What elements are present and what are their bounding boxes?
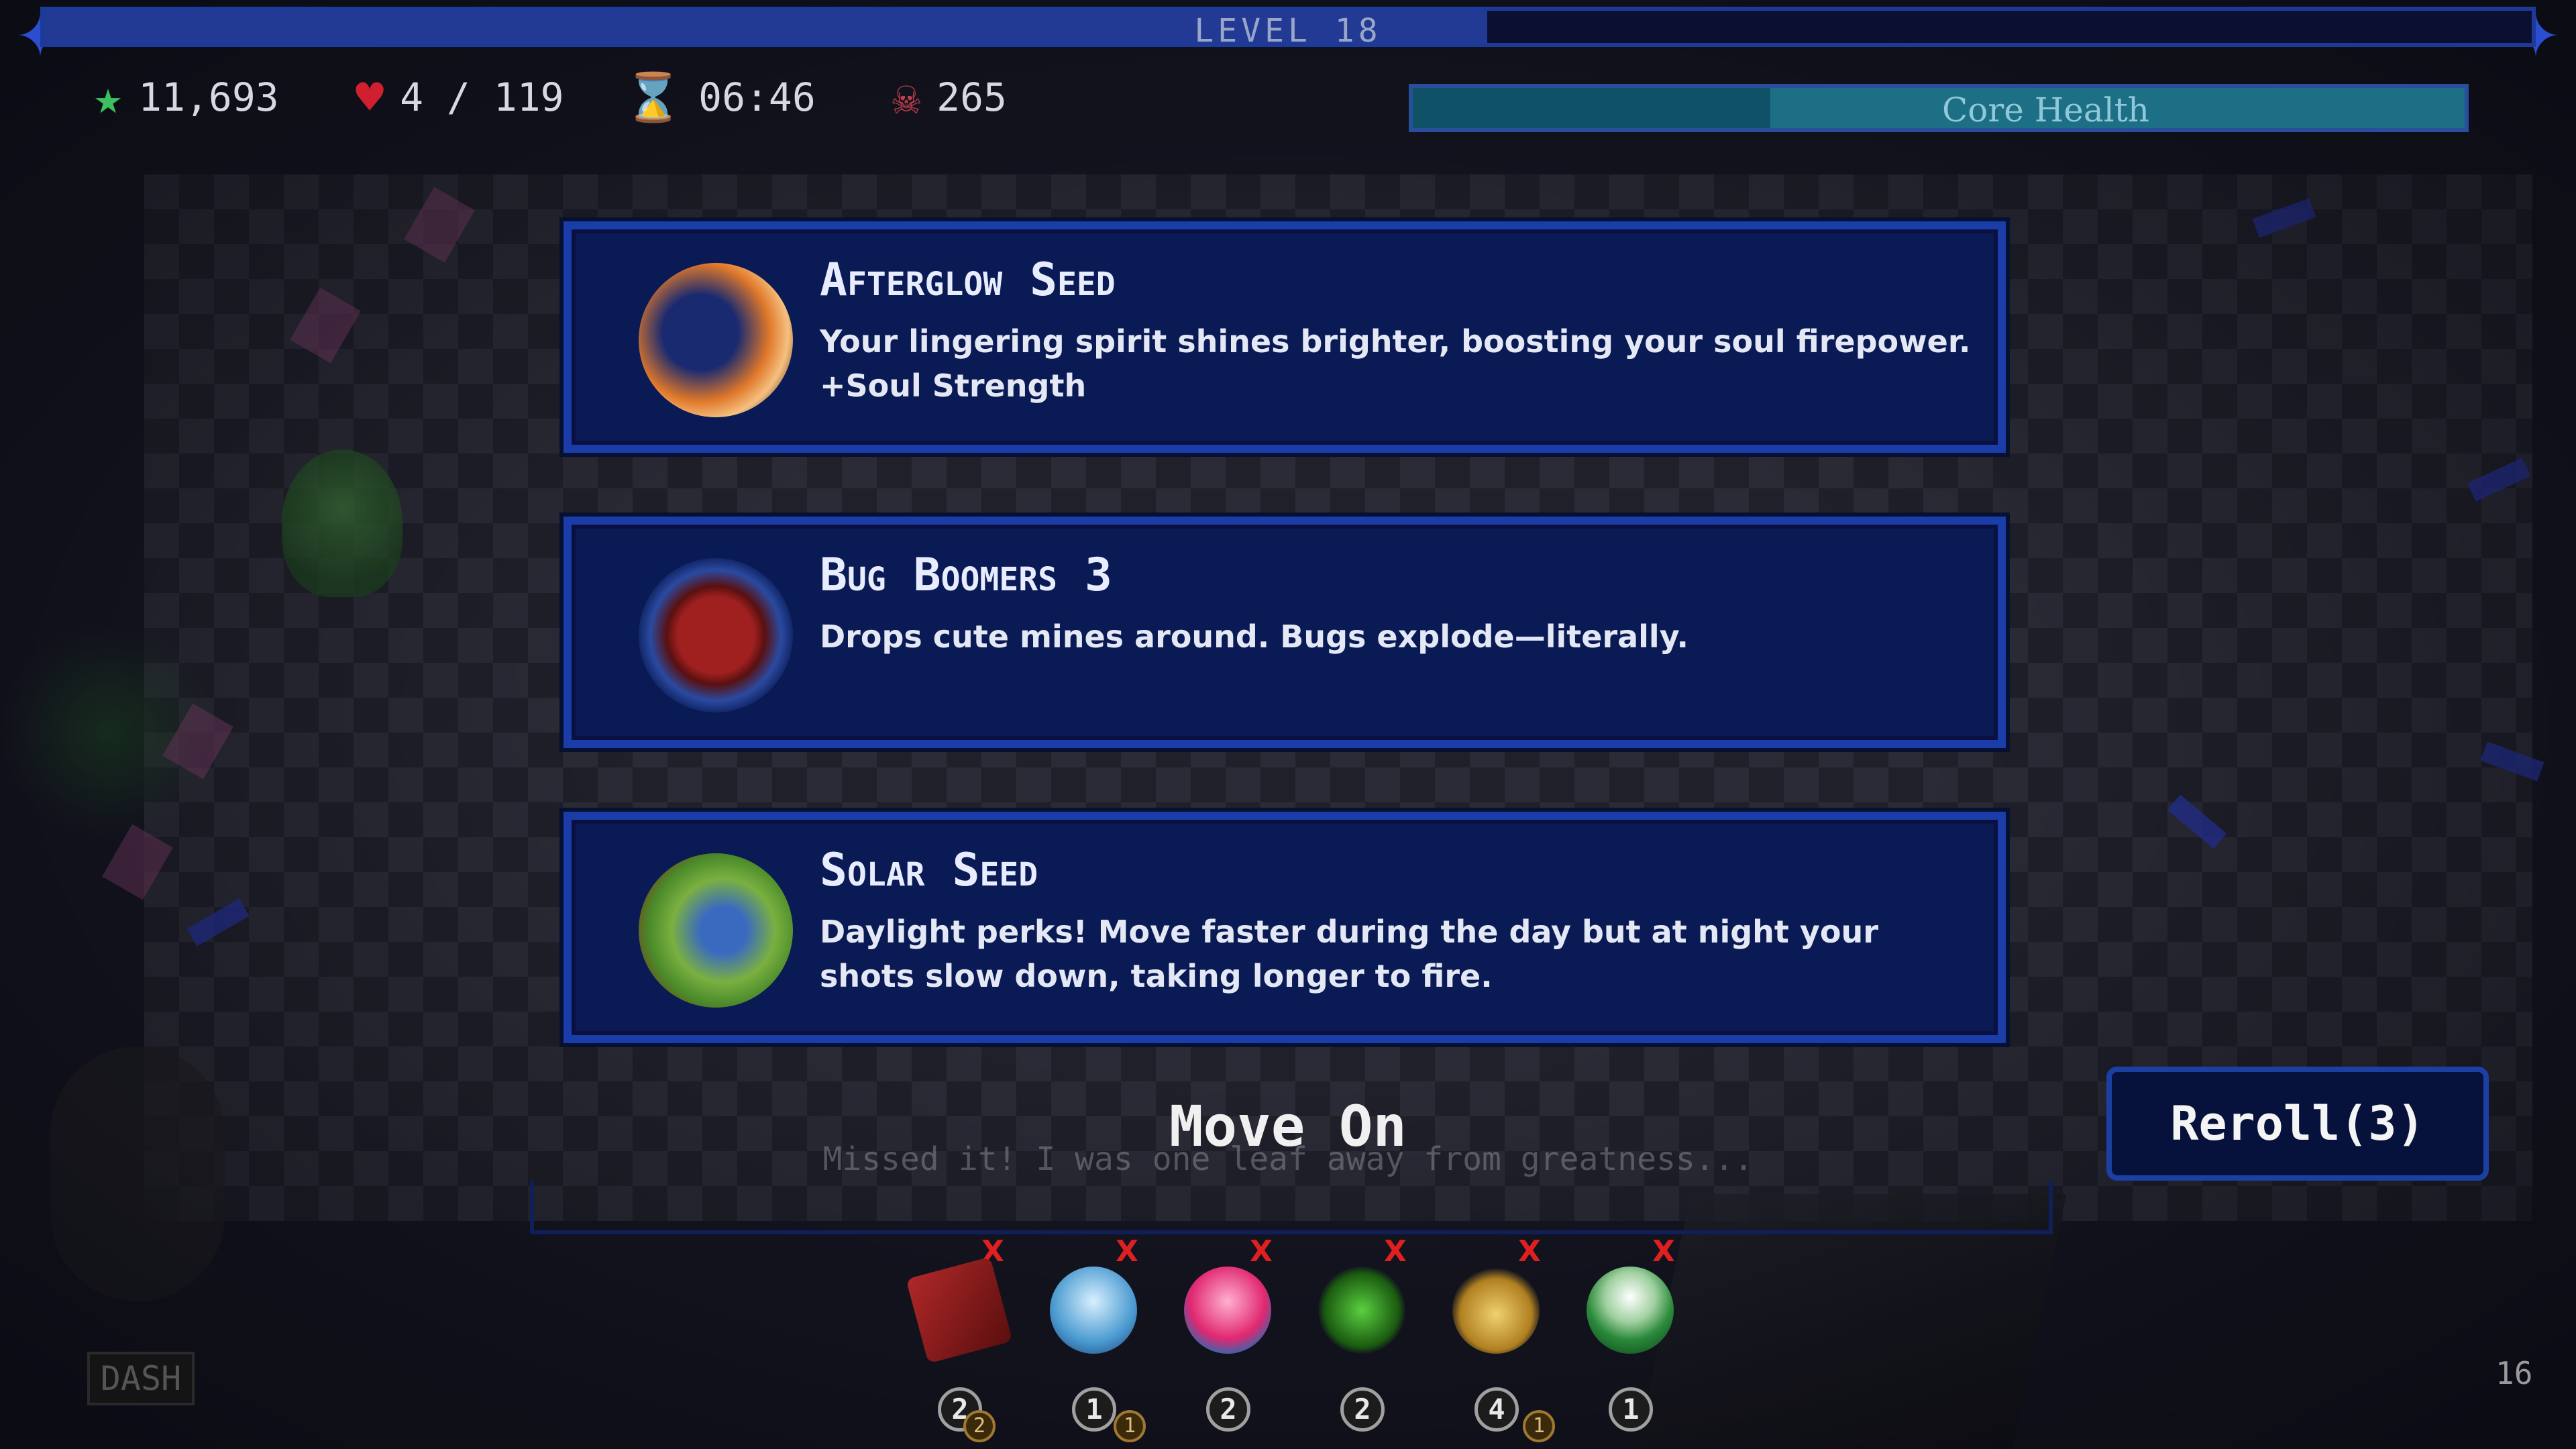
pink-flower-icon — [1184, 1267, 1271, 1354]
upgrade-card-solar-seed[interactable]: Solar Seed Daylight perks! Move faster d… — [564, 812, 2006, 1043]
inventory-slot[interactable]: X 1 1 — [1033, 1234, 1154, 1449]
core-health-label: Core Health — [1941, 91, 2149, 129]
level-progress-bar: LEVEL 18 — [40, 7, 2536, 50]
heart-icon: ♥ — [356, 70, 384, 125]
upgrade-card-afterglow-seed[interactable]: Afterglow Seed Your lingering spirit shi… — [564, 221, 2006, 453]
score-value: 11,693 — [138, 74, 279, 120]
spellbook-icon — [906, 1256, 1013, 1364]
kills-value: 265 — [936, 74, 1007, 120]
inventory-bar: X 2 2 X 1 1 X 2 X 2 X 4 1 X 1 — [899, 1234, 1675, 1449]
item-count: 2 — [1340, 1387, 1385, 1432]
item-sub-count: 1 — [1114, 1410, 1146, 1442]
green-vine-icon — [1318, 1267, 1405, 1354]
remove-marker: X — [1384, 1234, 1407, 1269]
remove-marker: X — [1250, 1234, 1273, 1269]
corner-counter: 16 — [2496, 1355, 2533, 1391]
inventory-slot[interactable]: X 2 2 — [899, 1234, 1020, 1449]
timer-stat: ⌛ 06:46 — [624, 74, 816, 121]
footer-frame — [530, 1181, 2053, 1234]
inventory-slot[interactable]: X 1 — [1570, 1234, 1690, 1449]
upgrade-title: Solar Seed — [820, 844, 1038, 897]
inventory-slot[interactable]: X 2 — [1167, 1234, 1288, 1449]
afterglow-seed-icon — [639, 263, 793, 417]
remove-marker: X — [1518, 1234, 1541, 1269]
remove-marker: X — [1116, 1234, 1138, 1269]
upgrade-description: Drops cute mines around. Bugs explode—li… — [820, 619, 1688, 655]
item-sub-count: 2 — [963, 1410, 996, 1442]
spellbook-icon — [639, 558, 793, 712]
star-icon: ★ — [94, 70, 123, 125]
reroll-button[interactable]: Reroll(3) — [2106, 1067, 2489, 1181]
upgrade-card-bug-boomers[interactable]: Bug Boomers 3 Drops cute mines around. B… — [564, 517, 2006, 748]
golden-crown-icon — [1452, 1267, 1540, 1354]
upgrade-description: Your lingering spirit shines brighter, b… — [820, 323, 1971, 404]
hourglass-icon: ⌛ — [624, 70, 683, 125]
item-count: 1 — [1609, 1387, 1653, 1432]
upgrade-title: Bug Boomers 3 — [820, 549, 1112, 602]
upgrade-description: Daylight perks! Move faster during the d… — [820, 914, 1878, 994]
score-stat: ★ 11,693 — [94, 74, 279, 121]
dash-key-hint: DASH — [87, 1352, 195, 1405]
level-label: LEVEL 18 — [1194, 12, 1382, 50]
move-on-quip: Missed it! I was one leaf away from grea… — [822, 1140, 1754, 1178]
item-count: 1 — [1072, 1387, 1116, 1432]
health-value: 4 / 119 — [400, 74, 564, 120]
ice-shell-icon — [1050, 1267, 1137, 1354]
health-stat: ♥ 4 / 119 — [356, 74, 564, 121]
item-count: 4 — [1474, 1387, 1519, 1432]
core-health-bar: Core Health — [1409, 84, 2469, 132]
item-sub-count: 1 — [1523, 1410, 1555, 1442]
inventory-slot[interactable]: X 4 1 — [1436, 1234, 1556, 1449]
upgrade-title: Afterglow Seed — [820, 254, 1116, 307]
solar-seed-icon — [639, 853, 793, 1008]
inventory-slot[interactable]: X 2 — [1301, 1234, 1422, 1449]
kills-stat: ☠ 265 — [892, 74, 1007, 121]
timer-value: 06:46 — [698, 74, 816, 120]
skull-icon: ☠ — [892, 70, 921, 125]
remove-marker: X — [1652, 1234, 1675, 1269]
item-count: 2 — [1206, 1387, 1250, 1432]
potion-icon — [1587, 1267, 1674, 1354]
